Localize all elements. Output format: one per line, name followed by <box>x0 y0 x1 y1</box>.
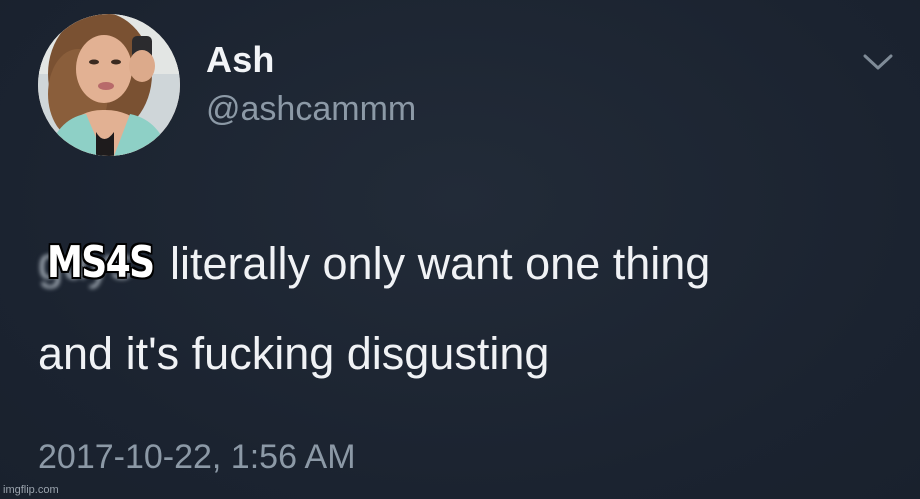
avatar[interactable] <box>38 14 180 156</box>
tweet-text-line-2: and it's fucking disgusting <box>38 328 550 379</box>
author-handle[interactable]: @ashcammm <box>206 88 416 130</box>
avatar-photo <box>38 14 180 156</box>
author-display-name[interactable]: Ash <box>206 38 275 82</box>
tweet-timestamp[interactable]: 2017-10-22, 1:56 AM <box>38 436 356 478</box>
chevron-down-icon[interactable] <box>862 50 894 74</box>
tweet-text-line-1-rest: literally only want one thing <box>170 238 711 289</box>
watermark: imgflip.com <box>3 484 59 496</box>
tweet-card: Ash @ashcammm guys literally only want on… <box>0 0 920 499</box>
meme-caption-overlay: MS4S <box>47 237 155 288</box>
